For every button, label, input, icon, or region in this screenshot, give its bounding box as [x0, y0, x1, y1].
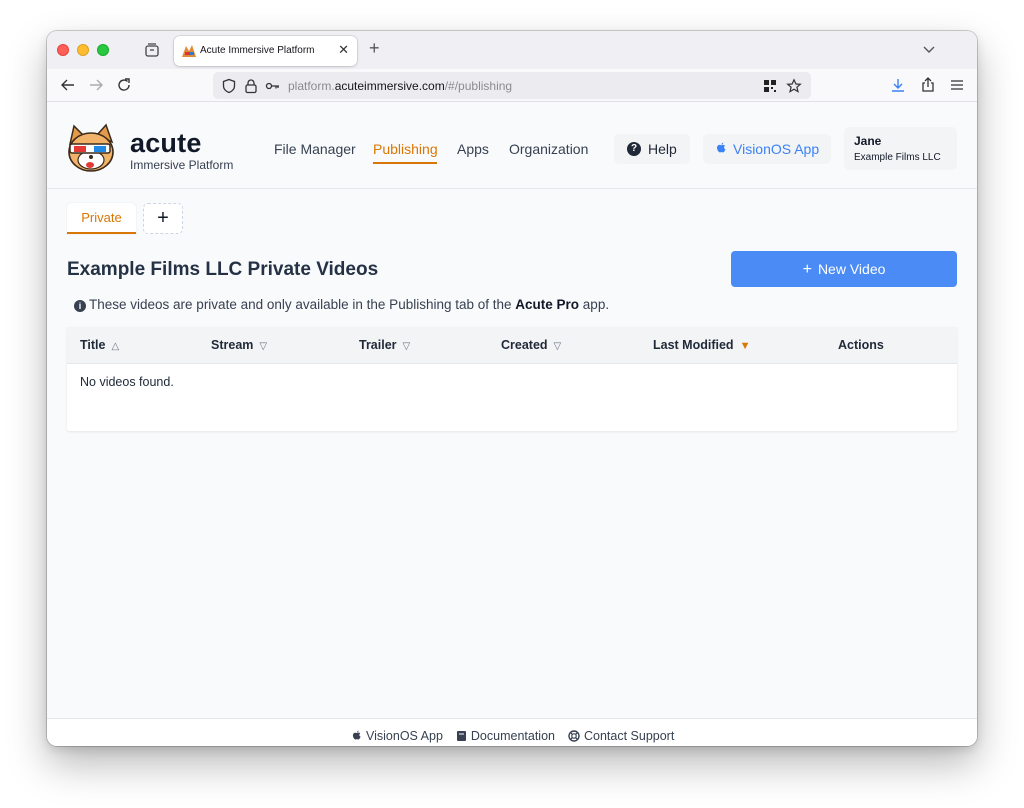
user-organization: Example Films LLC: [854, 152, 941, 163]
lock-icon[interactable]: [243, 78, 259, 94]
table-header: Title △ Stream ▽ Trailer ▽ Created ▽ Last Mo…: [67, 327, 957, 364]
brand-name[interactable]: acute: [130, 130, 202, 157]
new-video-button[interactable]: + New Video: [731, 251, 957, 287]
url-text: platform.acuteimmersive.com/#/publishing: [288, 79, 513, 93]
chevron-down-icon[interactable]: [921, 41, 937, 57]
app-content: acute Immersive Platform File Manager Pu…: [47, 102, 977, 746]
forward-arrow-icon[interactable]: [87, 76, 105, 94]
apple-icon: [352, 730, 361, 740]
lifebuoy-icon: [568, 730, 580, 742]
visionos-app-button[interactable]: VisionOS App: [703, 134, 831, 164]
help-label: Help: [648, 141, 677, 157]
new-video-label: New Video: [817, 261, 886, 277]
brand-subtitle: Immersive Platform: [130, 158, 234, 172]
key-icon[interactable]: [265, 78, 281, 94]
visionos-label: VisionOS App: [733, 141, 820, 157]
page-title: Example Films LLC Private Videos: [67, 259, 379, 280]
nav-file-manager[interactable]: File Manager: [274, 141, 356, 157]
browser-window: Acute Immersive Platform ✕ + platform.ac…: [47, 31, 977, 746]
sort-asc-icon[interactable]: △: [111, 341, 119, 352]
column-title[interactable]: Title △: [80, 338, 119, 352]
browser-tab-strip: Acute Immersive Platform ✕ +: [47, 31, 977, 69]
tab-private[interactable]: Private: [67, 203, 136, 234]
footer-contact-support-link[interactable]: Contact Support: [568, 729, 674, 743]
sort-desc-icon[interactable]: ▽: [403, 341, 411, 352]
footer-documentation-link[interactable]: Documentation: [456, 729, 555, 743]
sort-desc-icon[interactable]: ▽: [259, 341, 267, 352]
tab-title: Acute Immersive Platform: [200, 45, 315, 56]
sort-desc-icon[interactable]: ▽: [554, 341, 562, 352]
column-last-modified[interactable]: Last Modified ▼: [653, 338, 750, 352]
zoom-window-button[interactable]: [97, 44, 109, 56]
qr-code-icon[interactable]: [762, 78, 778, 94]
active-nav-underline: [373, 162, 437, 164]
apple-icon: [717, 142, 726, 153]
empty-table-message: No videos found.: [80, 375, 174, 389]
info-icon: i: [74, 300, 86, 312]
menu-icon[interactable]: [948, 76, 966, 94]
download-icon[interactable]: [889, 76, 907, 94]
sort-active-icon[interactable]: ▼: [740, 340, 751, 352]
footer-visionos-link[interactable]: VisionOS App: [352, 729, 443, 743]
url-bar[interactable]: platform.acuteimmersive.com/#/publishing: [213, 72, 811, 99]
reload-icon[interactable]: [115, 76, 133, 94]
user-menu[interactable]: Jane Example Films LLC: [844, 127, 957, 170]
nav-apps[interactable]: Apps: [457, 141, 489, 157]
user-name: Jane: [854, 134, 882, 148]
info-message: i These videos are private and only avail…: [74, 297, 609, 312]
minimize-window-button[interactable]: [77, 44, 89, 56]
close-window-button[interactable]: [57, 44, 69, 56]
footer: VisionOS App Documentation Contact Suppo…: [47, 718, 977, 746]
back-arrow-icon[interactable]: [59, 76, 77, 94]
column-actions: Actions: [838, 338, 884, 352]
videos-table: Title △ Stream ▽ Trailer ▽ Created ▽ Last Mo…: [67, 327, 957, 431]
browser-toolbar: platform.acuteimmersive.com/#/publishing: [47, 69, 977, 102]
acute-logo-icon[interactable]: [64, 122, 118, 174]
nav-organization[interactable]: Organization: [509, 141, 588, 157]
shield-icon[interactable]: [221, 78, 237, 94]
add-tab-button[interactable]: +: [143, 203, 183, 234]
plus-icon: +: [802, 261, 812, 278]
question-circle-icon: ?: [627, 142, 641, 156]
footer-links: VisionOS App Documentation Contact Suppo…: [352, 729, 674, 743]
acute-favicon-icon: [182, 45, 196, 57]
window-controls: [57, 44, 109, 56]
app-header: acute Immersive Platform File Manager Pu…: [47, 102, 977, 189]
column-created[interactable]: Created ▽: [501, 338, 561, 352]
info-app-name: Acute Pro: [515, 297, 580, 312]
column-trailer[interactable]: Trailer ▽: [359, 338, 410, 352]
bookmark-star-icon[interactable]: [786, 78, 802, 94]
book-icon: [456, 731, 466, 741]
new-tab-button[interactable]: +: [369, 38, 380, 59]
tab-overview-icon[interactable]: [143, 41, 161, 59]
browser-tab[interactable]: Acute Immersive Platform ✕: [174, 36, 357, 66]
share-icon[interactable]: [919, 76, 937, 94]
column-stream[interactable]: Stream ▽: [211, 338, 267, 352]
nav-publishing[interactable]: Publishing: [373, 141, 438, 157]
help-button[interactable]: ? Help: [614, 134, 690, 164]
close-tab-icon[interactable]: ✕: [338, 42, 349, 58]
